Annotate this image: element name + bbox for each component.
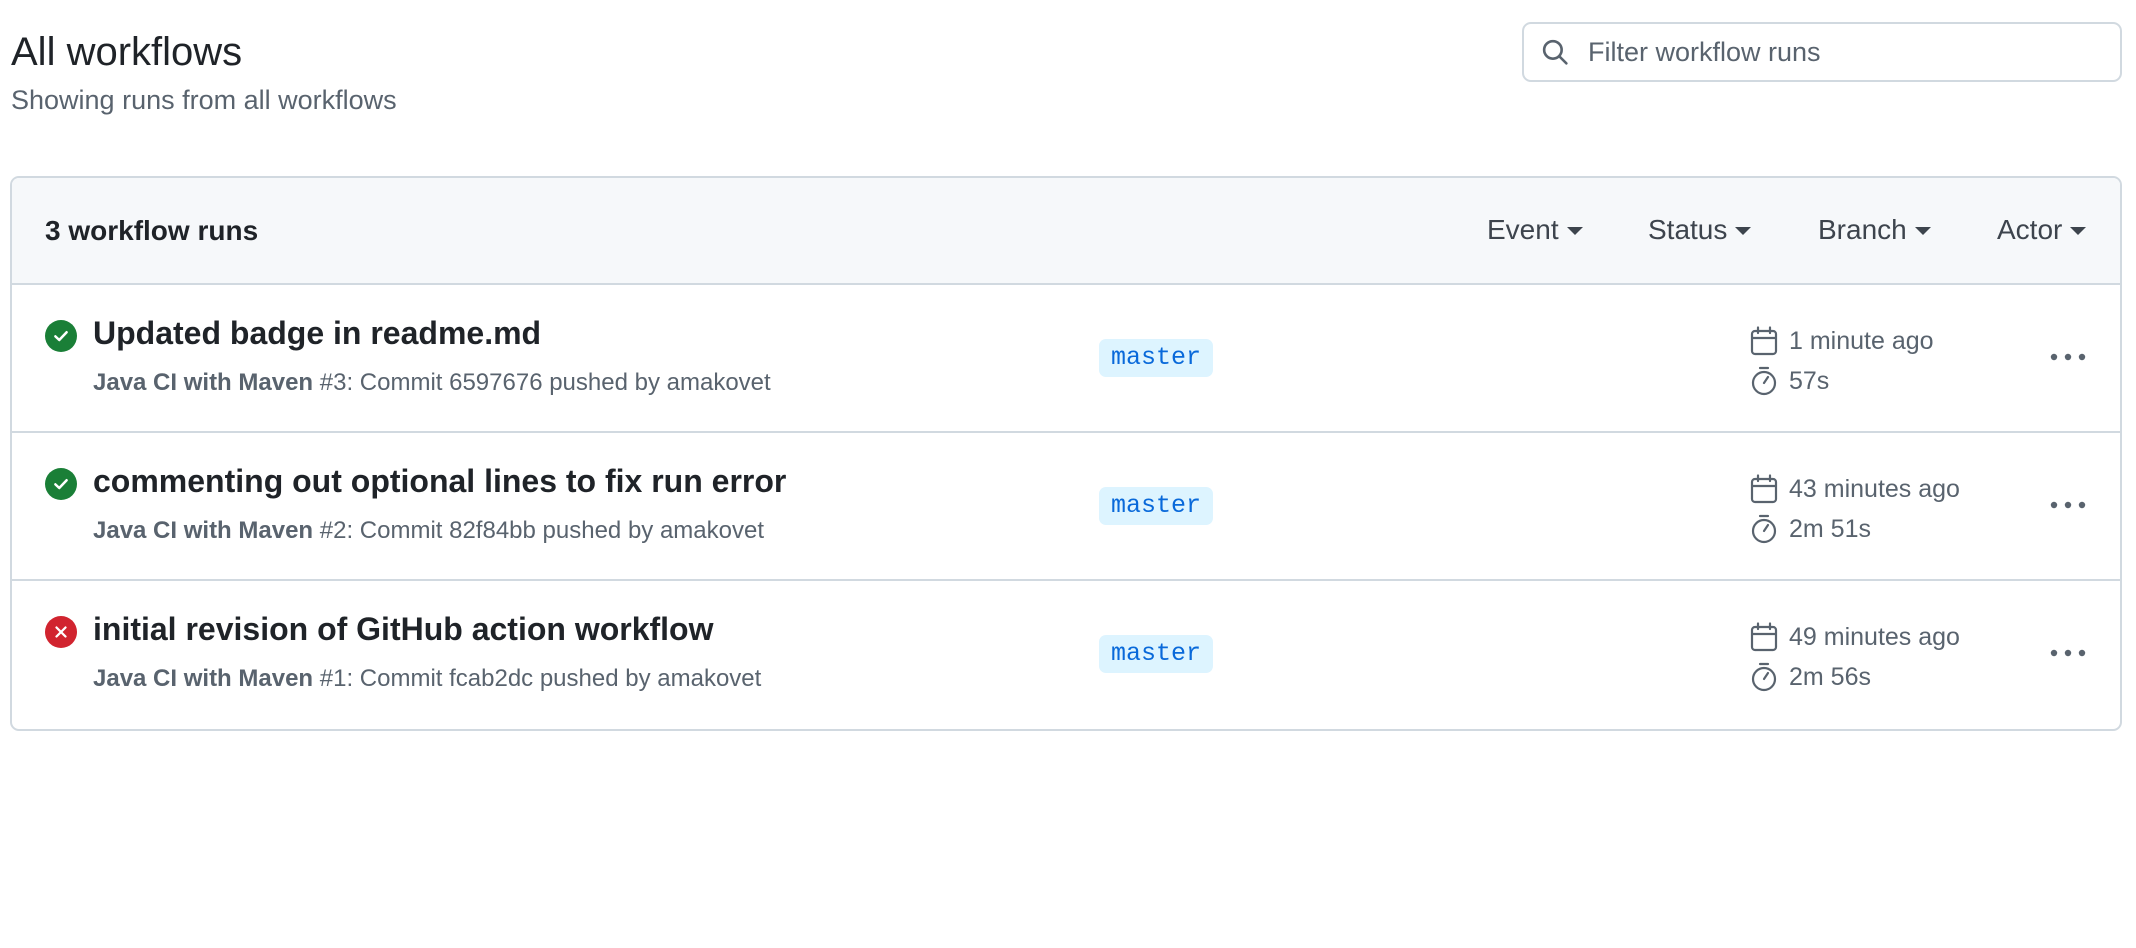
filter-search-box[interactable] xyxy=(1522,22,2122,82)
run-timestamp: 1 minute ago xyxy=(1749,325,1934,357)
actor-filter-label: Actor xyxy=(1997,214,2063,245)
run-menu-button[interactable] xyxy=(2044,337,2092,377)
workflow-runs-list: 3 workflow runs Event Status Branch Acto… xyxy=(10,176,2122,731)
status-filter-dropdown[interactable]: Status xyxy=(1648,214,1752,246)
run-title-link[interactable]: commenting out optional lines to fix run… xyxy=(93,463,786,500)
kebab-horizontal-icon xyxy=(2050,649,2086,657)
branch-filter-dropdown[interactable]: Branch xyxy=(1818,214,1931,246)
workflow-name: Java CI with Maven xyxy=(93,369,314,396)
kebab-horizontal-icon xyxy=(2050,353,2086,361)
stopwatch-icon xyxy=(1749,365,1779,397)
search-icon xyxy=(1540,37,1570,67)
calendar-icon xyxy=(1749,325,1779,357)
run-title-link[interactable]: initial revision of GitHub action workfl… xyxy=(93,611,713,648)
run-meta: Java CI with Maven #1: Commit fcab2dc pu… xyxy=(93,665,761,693)
page-subtitle: Showing runs from all workflows xyxy=(11,85,397,115)
runs-count: 3 workflow runs xyxy=(45,215,259,246)
filter-runs-input[interactable] xyxy=(1586,35,2110,69)
event-filter-label: Event xyxy=(1487,214,1559,245)
run-commit-info: #1: Commit fcab2dc pushed by amakovet xyxy=(313,665,762,692)
check-circle-icon xyxy=(45,468,77,500)
stopwatch-icon xyxy=(1749,513,1779,545)
kebab-horizontal-icon xyxy=(2050,501,2086,509)
status-filter-label: Status xyxy=(1648,214,1728,245)
branch-filter-label: Branch xyxy=(1818,214,1907,245)
page-title: All workflows xyxy=(11,30,243,74)
run-duration: 57s xyxy=(1749,365,1829,397)
run-when: 1 minute ago xyxy=(1789,326,1934,355)
run-timestamp: 49 minutes ago xyxy=(1749,621,1960,653)
run-duration: 2m 51s xyxy=(1749,513,1871,545)
triangle-down-icon xyxy=(1566,227,1583,235)
x-circle-icon xyxy=(45,616,77,648)
triangle-down-icon xyxy=(2070,227,2087,235)
run-commit-info: #2: Commit 82f84bb pushed by amakovet xyxy=(313,517,765,544)
run-meta: Java CI with Maven #2: Commit 82f84bb pu… xyxy=(93,517,764,545)
branch-tag[interactable]: master xyxy=(1099,635,1214,673)
run-duration-value: 57s xyxy=(1789,366,1830,395)
page-header: All workflows Showing runs from all work… xyxy=(11,26,397,118)
actor-filter-dropdown[interactable]: Actor xyxy=(1997,214,2087,246)
run-title-link[interactable]: Updated badge in readme.md xyxy=(93,315,541,352)
workflow-run-row[interactable]: initial revision of GitHub action workfl… xyxy=(12,581,2120,729)
check-circle-icon xyxy=(45,320,77,352)
workflow-name: Java CI with Maven xyxy=(93,517,314,544)
workflow-run-row[interactable]: Updated badge in readme.md Java CI with … xyxy=(12,285,2120,433)
run-when: 43 minutes ago xyxy=(1789,474,1960,503)
run-when: 49 minutes ago xyxy=(1789,622,1960,651)
run-duration-value: 2m 56s xyxy=(1789,662,1871,691)
run-duration: 2m 56s xyxy=(1749,661,1871,693)
workflow-name: Java CI with Maven xyxy=(93,665,314,692)
runs-list-header: 3 workflow runs Event Status Branch Acto… xyxy=(12,178,2120,285)
event-filter-dropdown[interactable]: Event xyxy=(1487,214,1583,246)
run-commit-info: #3: Commit 6597676 pushed by amakovet xyxy=(313,369,771,396)
workflow-run-row[interactable]: commenting out optional lines to fix run… xyxy=(12,433,2120,581)
triangle-down-icon xyxy=(1914,227,1931,235)
run-meta: Java CI with Maven #3: Commit 6597676 pu… xyxy=(93,369,771,397)
branch-tag[interactable]: master xyxy=(1099,487,1214,525)
triangle-down-icon xyxy=(1735,227,1752,235)
calendar-icon xyxy=(1749,473,1779,505)
stopwatch-icon xyxy=(1749,661,1779,693)
run-menu-button[interactable] xyxy=(2044,633,2092,673)
calendar-icon xyxy=(1749,621,1779,653)
branch-tag[interactable]: master xyxy=(1099,339,1214,377)
run-duration-value: 2m 51s xyxy=(1789,514,1871,543)
run-menu-button[interactable] xyxy=(2044,485,2092,525)
run-timestamp: 43 minutes ago xyxy=(1749,473,1960,505)
